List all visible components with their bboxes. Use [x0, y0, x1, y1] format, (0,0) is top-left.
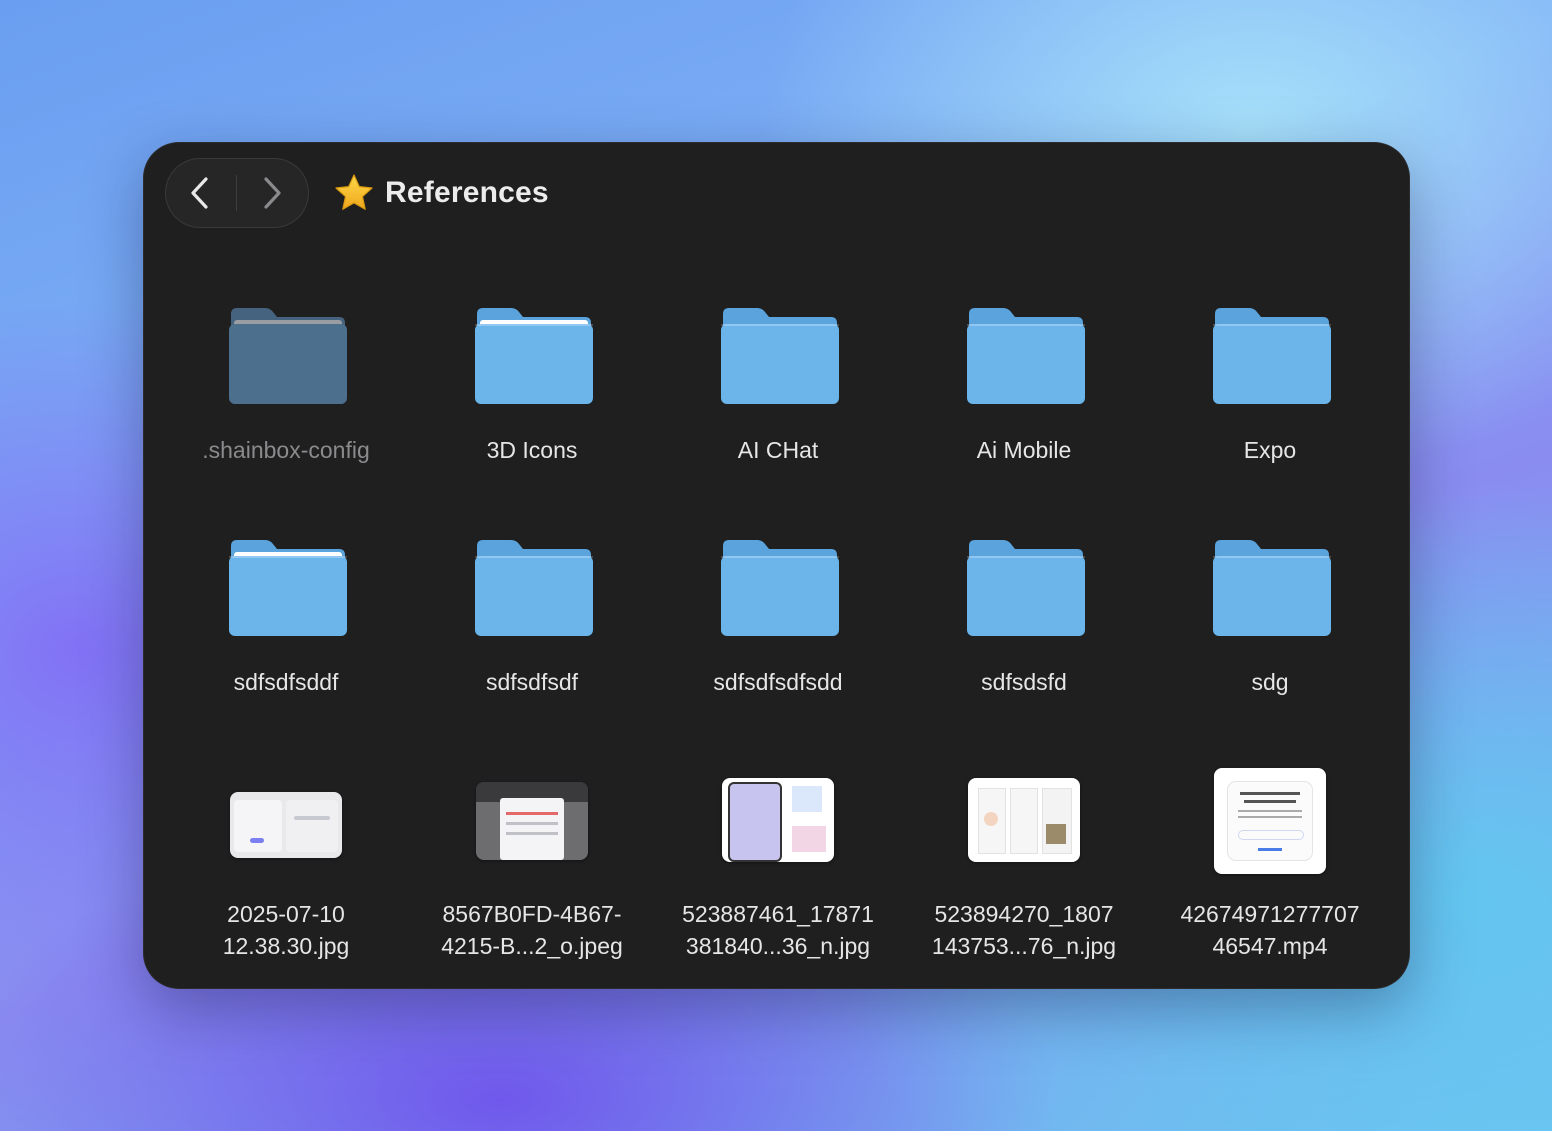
window-title-text: References — [385, 176, 549, 209]
folder-icon — [1155, 304, 1385, 404]
image-thumbnail — [417, 768, 647, 860]
folder-item[interactable]: AI CHat — [663, 292, 893, 492]
item-label: Expo — [1243, 437, 1297, 463]
image-thumbnail — [171, 768, 401, 858]
file-item[interactable]: 523887461_17871 381840...36_n.jpg — [663, 756, 893, 959]
back-button[interactable] — [165, 158, 235, 228]
item-label: sdg — [1251, 669, 1289, 695]
folder-item[interactable]: 3D Icons — [417, 292, 647, 492]
file-item[interactable]: 523894270_1807 143753...76_n.jpg — [909, 756, 1139, 959]
item-label: sdfsdfsddf — [233, 669, 339, 695]
folder-item[interactable]: sdfsdfsdfsdd — [663, 524, 893, 724]
folder-icon — [909, 536, 1139, 636]
item-label: sdfsdfsdf — [485, 669, 579, 695]
item-label: sdfsdfsdfsdd — [713, 669, 843, 695]
forward-button[interactable] — [237, 158, 307, 228]
item-label: sdfsdsfd — [981, 669, 1067, 695]
item-label: 8567B0FD-4B67- 4215-B...2_o.jpeg — [441, 901, 623, 959]
folder-icon — [1155, 536, 1385, 636]
folder-item[interactable]: sdfsdsfd — [909, 524, 1139, 724]
item-label: 523887461_17871 381840...36_n.jpg — [682, 901, 874, 959]
chevron-left-icon — [191, 177, 208, 209]
item-label: 2025-07-10 12.38.30.jpg — [222, 901, 350, 959]
folder-item[interactable]: .shainbox-config — [171, 292, 401, 492]
folder-icon — [417, 536, 647, 636]
folder-item[interactable]: sdfsdfsddf — [171, 524, 401, 724]
item-label: .shainbox-config — [202, 437, 370, 463]
navigation-control — [165, 158, 309, 228]
item-label: AI CHat — [737, 437, 819, 463]
image-thumbnail — [663, 768, 893, 862]
folder-item[interactable]: Expo — [1155, 292, 1385, 492]
folder-icon — [417, 304, 647, 404]
star-icon — [335, 174, 373, 210]
finder-window: References .shainbox-config 3D Icons AI … — [143, 142, 1410, 989]
folder-icon — [663, 304, 893, 404]
folder-icon — [171, 304, 401, 404]
item-label: 523894270_1807 143753...76_n.jpg — [931, 901, 1117, 959]
folder-item[interactable]: sdfsdfsdf — [417, 524, 647, 724]
window-title: References — [333, 170, 549, 216]
chevron-right-icon — [264, 177, 281, 209]
file-item[interactable]: 8567B0FD-4B67- 4215-B...2_o.jpeg — [417, 756, 647, 959]
folder-item[interactable]: Ai Mobile — [909, 292, 1139, 492]
folder-item[interactable]: sdg — [1155, 524, 1385, 724]
folder-icon — [663, 536, 893, 636]
item-label: 3D Icons — [486, 437, 578, 463]
image-thumbnail — [909, 768, 1139, 862]
item-label: 42674971277707 46547.mp4 — [1180, 901, 1360, 959]
video-thumbnail — [1155, 768, 1385, 874]
file-item[interactable]: 42674971277707 46547.mp4 — [1155, 756, 1385, 959]
folder-icon — [171, 536, 401, 636]
folder-icon — [909, 304, 1139, 404]
item-label: Ai Mobile — [976, 437, 1072, 463]
file-item[interactable]: 2025-07-10 12.38.30.jpg — [171, 756, 401, 959]
